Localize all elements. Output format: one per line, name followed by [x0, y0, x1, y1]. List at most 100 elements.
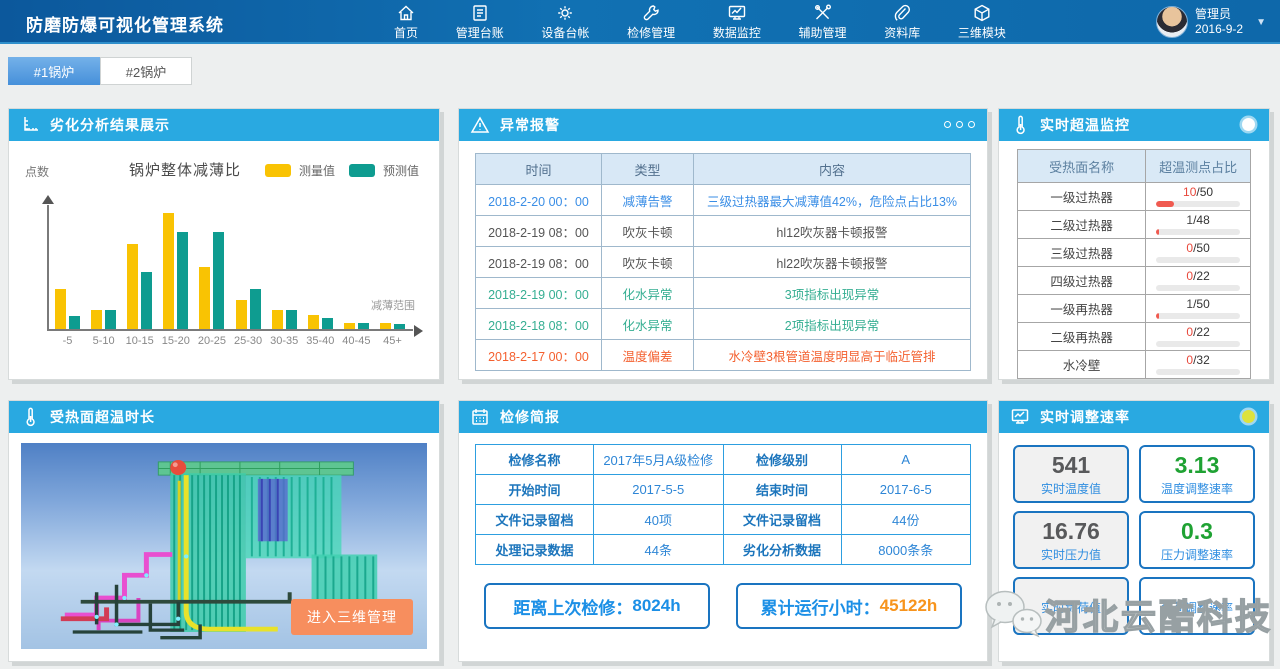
surface-name: 一级过热器 — [1018, 183, 1146, 211]
alarm-content: hl12吹灰器卡顿报警 — [694, 216, 971, 247]
ratio-bar — [1156, 313, 1240, 319]
bar-预测值 — [213, 232, 224, 329]
x-tick-label: 15-20 — [162, 335, 190, 347]
card-label: 实时负荷值 — [1041, 599, 1101, 616]
maintenance-value: 2017-5-5 — [594, 475, 724, 505]
alarm-row[interactable]: 2018-2-19 08：00吹灰卡顿hl22吹灰器卡顿报警 — [476, 247, 971, 278]
card-label: 实时温度值 — [1041, 480, 1101, 497]
maintenance-value: 44份 — [841, 505, 971, 535]
bar-预测值 — [394, 324, 405, 329]
nav-item-ledger[interactable]: 管理台账 — [452, 1, 508, 43]
adjust-card: 负荷调整速率 — [1139, 577, 1255, 635]
nav-item-module3d[interactable]: 三维模块 — [954, 1, 1010, 43]
tab-boiler1[interactable]: #1锅炉 — [8, 57, 100, 85]
bar-group: 40-45 — [344, 205, 369, 329]
panel-title: 检修简报 — [500, 407, 560, 427]
point-ratio: 1/50 — [1146, 298, 1250, 311]
ruler-icon — [19, 114, 41, 136]
card-label: 负荷调整速率 — [1161, 599, 1233, 616]
caret-down-icon[interactable]: ▼ — [1256, 17, 1266, 28]
alarm-type: 吹灰卡顿 — [602, 247, 694, 278]
alarm-row[interactable]: 2018-2-19 08：00吹灰卡顿hl12吹灰器卡顿报警 — [476, 216, 971, 247]
avatar — [1156, 6, 1188, 38]
bar-测量值 — [163, 213, 174, 329]
panel-abnormal-alarms: 异常报警 时间类型内容2018-2-20 00：00减薄告警三级过热器最大减薄值… — [458, 108, 988, 380]
nav-item-equipment[interactable]: 设备台帐 — [537, 1, 593, 43]
user-date: 2016-9-2 — [1195, 22, 1243, 37]
maintenance-value: 40项 — [594, 505, 724, 535]
enter-3d-button[interactable]: 进入三维管理 — [291, 599, 413, 635]
bar-测量值 — [199, 267, 210, 329]
overtemp-row[interactable]: 一级过热器10/50 — [1018, 183, 1251, 211]
stat-button-1[interactable]: 距离上次检修：8024h — [484, 583, 710, 629]
overtemp-row[interactable]: 三级过热器0/50 — [1018, 239, 1251, 267]
alarm-time: 2018-2-17 00：00 — [476, 340, 602, 371]
alarm-row[interactable]: 2018-2-20 00：00减薄告警三级过热器最大减薄值42%，危险点占比13… — [476, 185, 971, 216]
nav-item-library[interactable]: 资料库 — [880, 1, 924, 43]
more-options-icon[interactable] — [944, 121, 975, 128]
user-info[interactable]: 管理员 2016-9-2 ▼ — [1156, 4, 1266, 40]
cube-icon — [971, 3, 993, 23]
card-value: 541 — [1052, 452, 1090, 478]
stat-button-2[interactable]: 累计运行小时：45122h — [736, 583, 962, 629]
overtemp-row[interactable]: 二级再热器0/22 — [1018, 323, 1251, 351]
nav-item-home[interactable]: 首页 — [390, 1, 422, 43]
adjust-cards: 541实时温度值3.13温度调整速率16.76实时压力值0.3压力调整速率实时负… — [1013, 445, 1255, 635]
surface-name: 水冷壁 — [1018, 351, 1146, 379]
panel-title: 异常报警 — [500, 115, 560, 135]
nav-item-monitor[interactable]: 数据监控 — [709, 1, 765, 43]
overtemp-row[interactable]: 一级再热器1/50 — [1018, 295, 1251, 323]
tab-boiler2[interactable]: #2锅炉 — [100, 57, 192, 85]
overtemp-row[interactable]: 水冷壁0/32 — [1018, 351, 1251, 379]
panel-3d-header: 受热面超温时长 — [9, 401, 439, 433]
nav-item-assist[interactable]: 辅助管理 — [795, 1, 851, 43]
stat-label: 距离上次检修： — [513, 594, 632, 619]
stat-label: 累计运行小时： — [761, 594, 880, 619]
maintenance-value: 2017-6-5 — [841, 475, 971, 505]
card-label: 温度调整速率 — [1161, 480, 1233, 497]
maintenance-label: 文件记录留档 — [476, 505, 594, 535]
top-bar: 防磨防爆可视化管理系统 首页管理台账设备台帐检修管理数据监控辅助管理资料库三维模… — [0, 0, 1280, 44]
bar-测量值 — [344, 323, 355, 329]
point-ratio: 1/48 — [1146, 214, 1250, 227]
card-label: 实时压力值 — [1041, 546, 1101, 563]
nav-item-maintenance[interactable]: 检修管理 — [623, 1, 679, 43]
overtemp-header-row: 受热面名称超温测点占比 — [1018, 150, 1251, 183]
bar-group: 30-35 — [272, 205, 297, 329]
gear-icon — [554, 3, 576, 23]
y-axis-arrow — [42, 195, 54, 204]
maintenance-value: 44条 — [594, 535, 724, 565]
alarm-table: 时间类型内容2018-2-20 00：00减薄告警三级过热器最大减薄值42%，危… — [475, 153, 971, 371]
legend-label: 预测值 — [383, 162, 419, 179]
nav-label: 资料库 — [884, 24, 920, 41]
overtemp-row[interactable]: 二级过热器1/48 — [1018, 211, 1251, 239]
adjust-card: 3.13温度调整速率 — [1139, 445, 1255, 503]
status-indicator — [1242, 118, 1255, 131]
ratio-bar — [1156, 229, 1240, 235]
maintenance-row: 文件记录留档40项文件记录留档44份 — [476, 505, 971, 535]
alarm-type: 化水异常 — [602, 278, 694, 309]
ratio-bar — [1156, 201, 1240, 207]
alarm-row[interactable]: 2018-2-19 00：00化水异常3项指标出现异常 — [476, 278, 971, 309]
document-icon — [469, 3, 491, 23]
surface-name: 一级再热器 — [1018, 295, 1146, 323]
overtemp-row[interactable]: 四级过热器0/22 — [1018, 267, 1251, 295]
alarm-row[interactable]: 2018-2-17 00：00温度偏差水冷壁3根管道温度明显高于临近管排 — [476, 340, 971, 371]
col-header-time: 时间 — [476, 154, 602, 185]
alarm-row[interactable]: 2018-2-18 08：00化水异常2项指标出现异常 — [476, 309, 971, 340]
monitor-chart-icon — [1009, 406, 1031, 428]
thermometer-icon — [19, 406, 41, 428]
panel-title: 实时超温监控 — [1040, 115, 1130, 135]
tools-icon — [812, 3, 834, 23]
nav-label: 辅助管理 — [799, 24, 847, 41]
boiler-3d-view[interactable]: 进入三维管理 — [21, 443, 427, 649]
col-header-type: 类型 — [602, 154, 694, 185]
alarm-content: 2项指标出现异常 — [694, 309, 971, 340]
bar-测量值 — [380, 323, 391, 329]
maintenance-row: 处理记录数据44条劣化分析数据8000条条 — [476, 535, 971, 565]
bar-预测值 — [250, 289, 261, 329]
maintenance-label: 劣化分析数据 — [723, 535, 841, 565]
bar-预测值 — [358, 323, 369, 329]
card-value: 16.76 — [1042, 518, 1100, 544]
chart-legend: 测量值预测值 — [265, 162, 425, 179]
